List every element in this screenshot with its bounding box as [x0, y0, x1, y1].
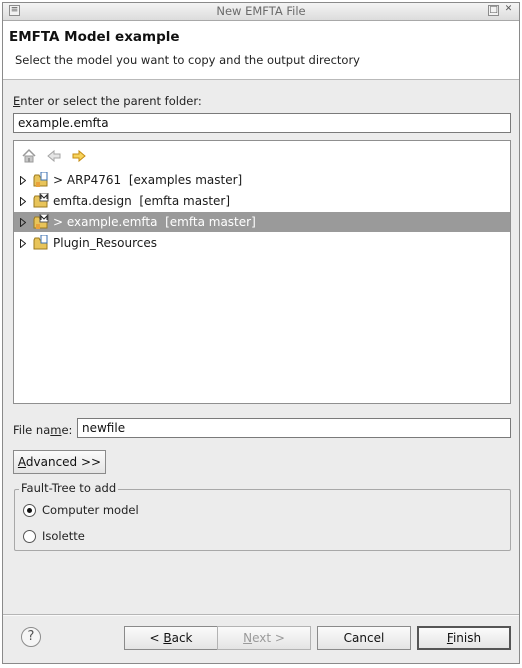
back-button[interactable]: < Back: [124, 626, 218, 650]
tree-toolbar: [14, 141, 510, 171]
fault-tree-group-legend: Fault-Tree to add: [19, 481, 119, 495]
expand-arrow-icon[interactable]: [20, 239, 26, 248]
container-tree[interactable]: > ARP4761 [examples master] emfta.design…: [13, 140, 511, 404]
tree-item-label: Plugin_Resources: [53, 236, 158, 250]
parent-folder-input[interactable]: example.emfta: [13, 113, 511, 133]
footer-separator: [3, 614, 519, 616]
tree-item-label: emfta.design [emfta master]: [53, 194, 231, 208]
tree-item-label: > ARP4761 [examples master]: [53, 173, 243, 187]
back-arrow-icon[interactable]: [46, 148, 62, 164]
tree-item-label: > example.emfta [emfta master]: [53, 215, 256, 229]
expand-arrow-icon[interactable]: [20, 176, 26, 185]
forward-arrow-icon[interactable]: [71, 148, 87, 164]
page-description: Select the model you want to copy and th…: [15, 53, 360, 67]
new-emfta-file-dialog: ≡ New EMFTA File □ ✕ EMFTA Model example…: [2, 2, 520, 664]
title-bar[interactable]: ≡ New EMFTA File □ ✕: [3, 3, 519, 21]
finish-button[interactable]: Finish: [417, 626, 511, 650]
close-button[interactable]: ✕: [503, 5, 514, 16]
computer-model-label[interactable]: Computer model: [42, 503, 139, 517]
parent-folder-label: Enter or select the parent folder:: [13, 94, 202, 108]
expand-arrow-icon[interactable]: [20, 197, 26, 206]
home-icon[interactable]: [21, 148, 37, 164]
project-folder-icon: [33, 235, 48, 250]
advanced-button[interactable]: Advanced >>: [13, 450, 106, 474]
help-icon[interactable]: ?: [21, 627, 41, 647]
isolette-label[interactable]: Isolette: [42, 529, 85, 543]
tree-item-example-emfta[interactable]: > example.emfta [emfta master]: [14, 212, 510, 232]
isolette-radio[interactable]: [23, 530, 36, 543]
expand-arrow-icon[interactable]: [20, 218, 26, 227]
window-title: New EMFTA File: [216, 4, 306, 18]
fault-tree-group: Fault-Tree to add Computer model Isolett…: [14, 481, 511, 551]
computer-model-radio[interactable]: [23, 504, 36, 517]
tree-item-emfta-design[interactable]: emfta.design [emfta master]: [14, 191, 510, 211]
file-name-label: File name:: [13, 423, 73, 437]
maximize-button[interactable]: □: [488, 5, 499, 16]
modeling-project-icon: [33, 193, 49, 208]
file-name-input[interactable]: newfile: [77, 418, 511, 438]
cancel-button[interactable]: Cancel: [317, 626, 411, 650]
project-folder-icon: [33, 172, 48, 187]
wizard-header: EMFTA Model example Select the model you…: [3, 21, 519, 80]
next-button[interactable]: Next >: [217, 626, 311, 650]
tree-item-arp4761[interactable]: > ARP4761 [examples master]: [14, 170, 510, 190]
page-title: EMFTA Model example: [9, 29, 180, 45]
tree-item-plugin-resources[interactable]: Plugin_Resources: [14, 233, 510, 253]
radio-selected-dot: [27, 508, 32, 513]
modeling-project-icon: [33, 214, 49, 229]
